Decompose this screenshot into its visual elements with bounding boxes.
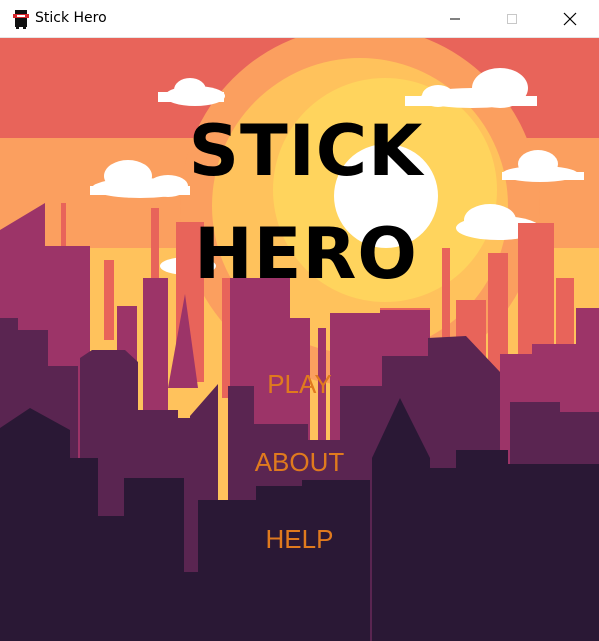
game-title-line2: HERO	[194, 213, 418, 295]
minimize-icon	[450, 18, 460, 20]
close-button[interactable]	[541, 0, 599, 38]
maximize-icon	[507, 14, 517, 24]
ninja-icon	[13, 10, 29, 29]
close-icon	[563, 12, 577, 26]
game-title-line1: STICK	[188, 110, 424, 192]
window-title: Stick Hero	[35, 10, 107, 26]
minimize-button[interactable]	[426, 0, 484, 38]
about-button[interactable]: ABOUT	[0, 449, 599, 475]
maximize-button[interactable]	[483, 0, 541, 38]
help-button[interactable]: HELP	[0, 526, 599, 552]
title-bar: Stick Hero	[0, 0, 599, 38]
game-window: Stick Hero STICK HERO PLAY ABOUT HELP	[0, 0, 599, 641]
play-button[interactable]: PLAY	[0, 371, 599, 397]
